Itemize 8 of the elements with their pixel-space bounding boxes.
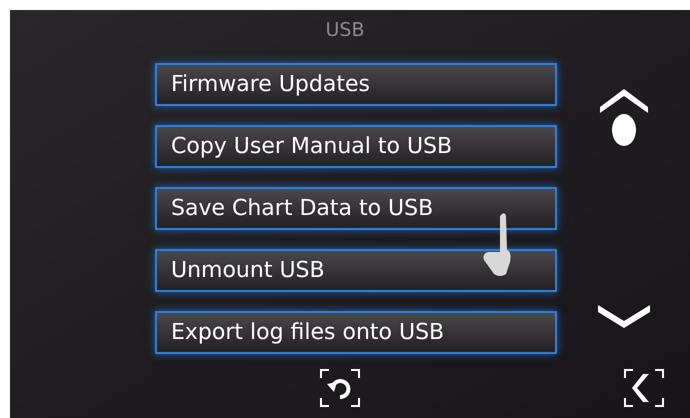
refresh-icon[interactable] xyxy=(319,368,361,408)
menu-button[interactable]: Unmount USB xyxy=(155,249,557,292)
back-icon[interactable] xyxy=(623,368,665,408)
menu-button[interactable]: Save Chart Data to USB xyxy=(155,187,557,230)
screen-title: USB xyxy=(325,18,364,43)
menu-button[interactable]: Firmware Updates xyxy=(155,63,557,106)
menu-button[interactable]: Export log files onto USB xyxy=(155,311,557,354)
menu-button[interactable]: Copy User Manual to USB xyxy=(155,125,557,168)
